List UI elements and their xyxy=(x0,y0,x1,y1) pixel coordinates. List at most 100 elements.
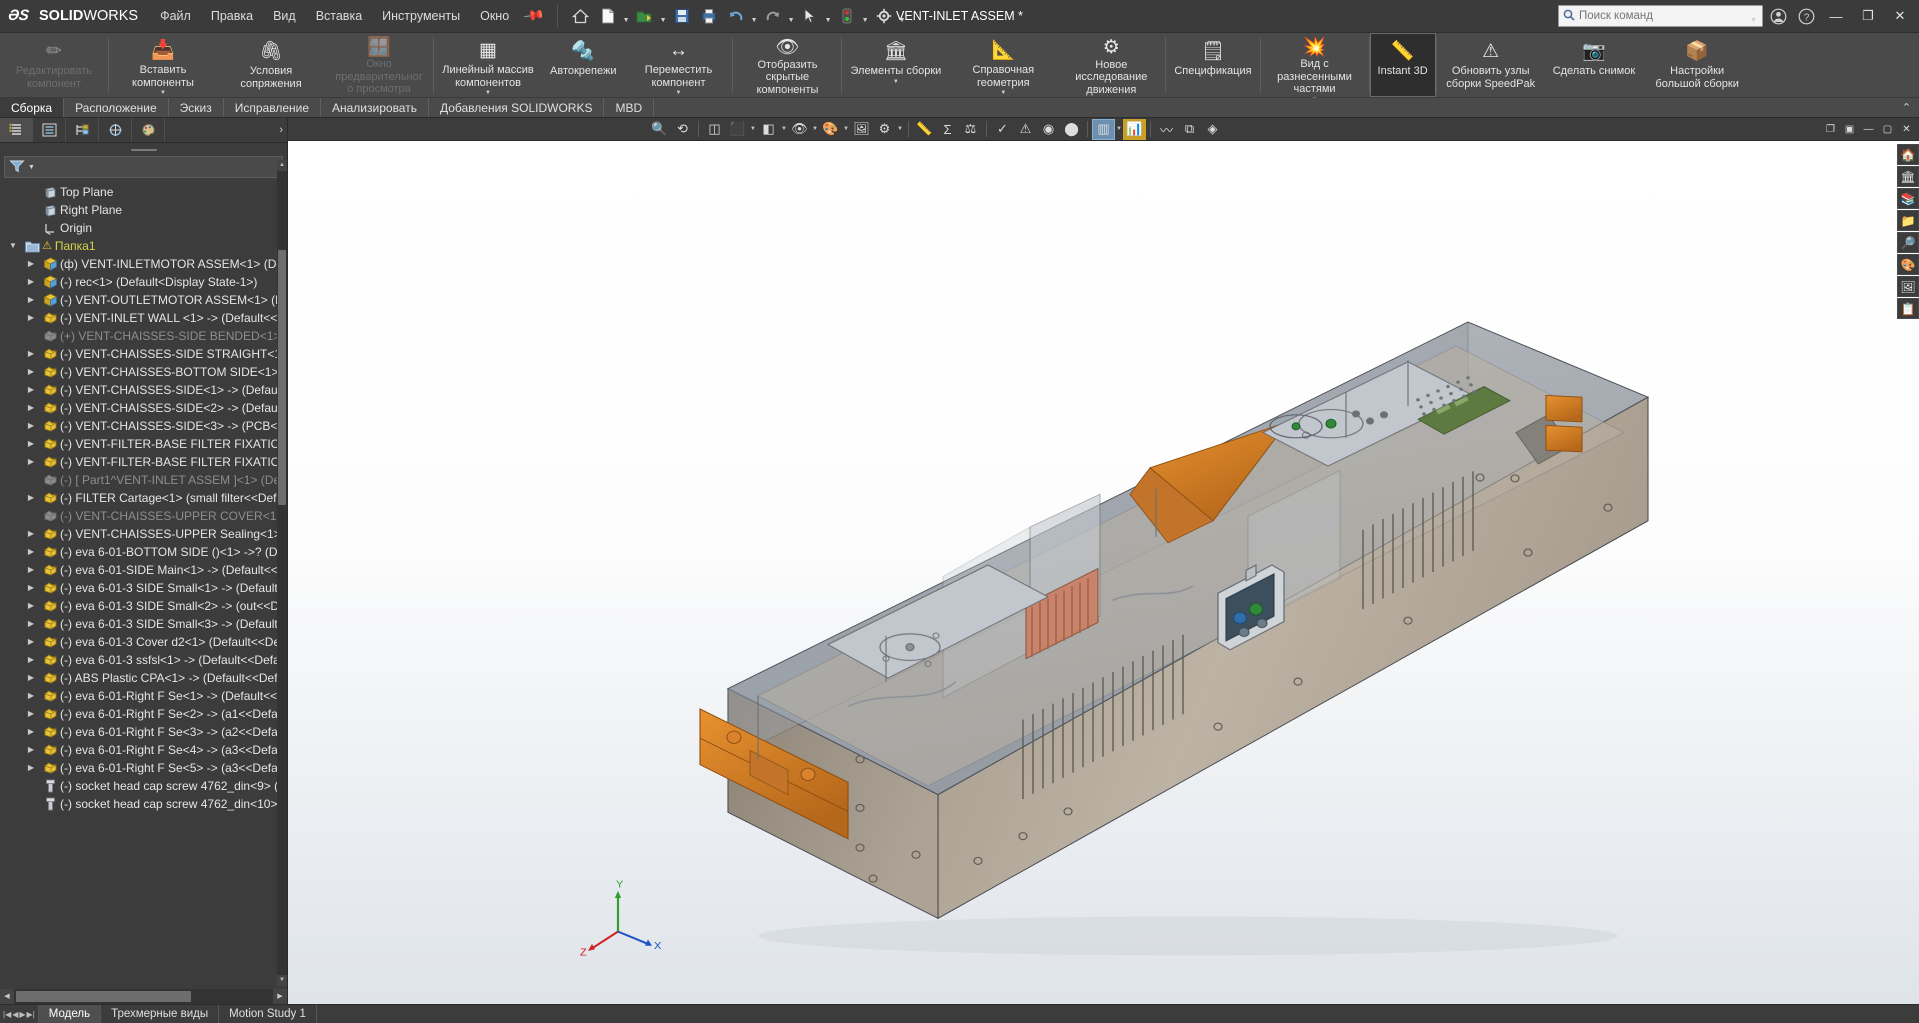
options-gear-icon[interactable] xyxy=(871,3,897,29)
menu-view[interactable]: Вид xyxy=(263,5,306,27)
save-icon[interactable] xyxy=(669,3,695,29)
mass-properties-icon[interactable]: Σ xyxy=(936,119,959,140)
edit-appearance-icon[interactable]: 🎨 xyxy=(819,119,842,140)
tree-item[interactable]: · Right Plane xyxy=(0,201,287,219)
expand-arrow-icon[interactable]: ▶ xyxy=(22,741,40,759)
tree-horizontal-scrollbar[interactable]: ◀ ▶ xyxy=(0,989,287,1004)
new-document-dropdown-icon[interactable]: ▼ xyxy=(622,3,631,29)
tree-item[interactable]: ▶ (-) eva 6-01-Right F Se<2> -> (a1<<Defa… xyxy=(0,705,287,723)
display-style-icon[interactable]: ◧ xyxy=(757,119,780,140)
chevron-down-icon[interactable]: ▼ xyxy=(811,126,819,132)
chevron-down-icon[interactable]: ▼ xyxy=(893,79,899,85)
tree-item[interactable]: ▶ (-) eva 6-01-3 SIDE Small<1> -> (Defaul… xyxy=(0,579,287,597)
tree-filter-bar[interactable]: ▼ xyxy=(4,156,283,178)
design-library-icon[interactable]: 📚 xyxy=(1897,188,1919,209)
chevron-down-icon[interactable]: ▼ xyxy=(160,90,166,96)
expand-arrow-icon[interactable]: ▶ xyxy=(22,435,40,453)
minimize-doc-icon[interactable]: — xyxy=(1860,121,1877,138)
expand-arrow-icon[interactable]: ▶ xyxy=(22,417,40,435)
hide-show-items-icon[interactable]: 👁 xyxy=(788,119,811,140)
ribbon-update-speedpak-button[interactable]: ⚠ Обновить узлы сборки SpeedPak xyxy=(1437,33,1545,97)
ribbon-tab-6[interactable]: MBD xyxy=(604,98,655,117)
tree-item[interactable]: ▶ (-) ABS Plastic CPA<1> -> (Default<<Def… xyxy=(0,669,287,687)
tree-item[interactable]: ▶ (-) VENT-CHAISSES-SIDE<1> -> (Default<<… xyxy=(0,381,287,399)
clearance-verification-icon[interactable]: ◉ xyxy=(1037,119,1060,140)
tree-item[interactable]: ▶ (-) eva 6-01-3 ssfsl<1> -> (Default<<De… xyxy=(0,651,287,669)
tree-item[interactable]: · (-) [ Part1^VENT-INLET ASSEM ]<1> (Defa… xyxy=(0,471,287,489)
custom-properties-icon[interactable]: 📋 xyxy=(1897,298,1919,319)
select-dropdown-icon[interactable]: ▼ xyxy=(824,3,833,29)
tree-scroll-thumb[interactable] xyxy=(278,250,286,505)
section-view-icon[interactable]: ◫ xyxy=(703,119,726,140)
chevron-down-icon[interactable]: ▼ xyxy=(842,126,850,132)
measure-icon[interactable]: 📏 xyxy=(913,119,936,140)
tree-item[interactable]: ▶ (-) VENT-CHAISSES-BOTTOM SIDE<1> -> (De… xyxy=(0,363,287,381)
zoom-to-fit-icon[interactable]: 🔍 xyxy=(648,119,671,140)
ribbon-smart-fasteners-button[interactable]: 🔩 Автокрепежи xyxy=(542,33,624,97)
expand-arrow-icon[interactable]: ▶ xyxy=(22,759,40,777)
rebuild-icon[interactable] xyxy=(834,3,860,29)
close-doc-icon[interactable]: ✕ xyxy=(1898,121,1915,138)
bottom-tab-3d-views[interactable]: Трехмерные виды xyxy=(100,1005,220,1023)
nav-first-button[interactable]: |◀ xyxy=(3,1010,11,1019)
scroll-right-arrow[interactable]: ▶ xyxy=(273,989,287,1004)
ribbon-instant-3d-button[interactable]: 📏 Instant 3D xyxy=(1369,33,1436,97)
restore-doc-icon[interactable]: ❐ xyxy=(1822,121,1839,138)
minimize-button[interactable]: — xyxy=(1821,3,1851,29)
ribbon-exploded-view-button[interactable]: 💥Вид с разнесенными частями▼ xyxy=(1261,33,1369,103)
filter-dropdown-icon[interactable]: ▼ xyxy=(28,164,35,171)
expand-arrow-icon[interactable]: ▶ xyxy=(22,579,40,597)
view-palette-icon[interactable]: 🎨 xyxy=(1897,254,1919,275)
display-manager-tab[interactable] xyxy=(132,118,165,142)
menu-window[interactable]: Окно xyxy=(470,5,519,27)
section-properties-icon[interactable]: ⚖ xyxy=(959,119,982,140)
tile-doc-icon[interactable]: ▣ xyxy=(1841,121,1858,138)
expand-arrow-icon[interactable]: ▶ xyxy=(22,723,40,741)
home-view-icon[interactable]: 🏠 xyxy=(1897,144,1919,165)
select-cursor-icon[interactable] xyxy=(797,3,823,29)
dimxpert-manager-tab[interactable] xyxy=(99,118,132,142)
chevron-down-icon[interactable]: ▼ xyxy=(749,126,757,132)
ribbon-assembly-features-button[interactable]: 🏛 Элементы сборки ▼ xyxy=(842,33,949,97)
tree-item[interactable]: ▶ (-) eva 6-01-BOTTOM SIDE ()<1> ->? (Def… xyxy=(0,543,287,561)
redo-icon[interactable] xyxy=(760,3,786,29)
scroll-up-arrow[interactable]: ▲ xyxy=(277,160,287,171)
expand-arrow-icon[interactable]: ▶ xyxy=(22,381,40,399)
menu-file[interactable]: Файл xyxy=(150,5,201,27)
ribbon-take-snapshot-button[interactable]: 📷 Сделать снимок xyxy=(1545,33,1643,97)
menu-insert[interactable]: Вставка xyxy=(306,5,372,27)
ribbon-tab-5[interactable]: Добавления SOLIDWORKS xyxy=(429,98,605,117)
ribbon-component-preview-window-button[interactable]: 🪟Окно предварительного просмотра компоне… xyxy=(325,33,433,108)
user-account-icon[interactable] xyxy=(1765,3,1791,29)
command-search-box[interactable]: ▼ xyxy=(1558,5,1763,27)
expand-arrow-icon[interactable]: ▶ xyxy=(22,651,40,669)
tree-item[interactable]: ▶ (-) eva 6-01-3 Cover d2<1> (Default<<De… xyxy=(0,633,287,651)
hscroll-thumb[interactable] xyxy=(16,991,191,1002)
tree-item[interactable]: · Top Plane xyxy=(0,183,287,201)
pin-tab-icon[interactable]: ⌃ xyxy=(1899,101,1914,114)
ribbon-linear-component-pattern-button[interactable]: ▦ Линейный массив компонентов ▼ xyxy=(434,33,542,97)
model-canvas[interactable]: Y Z X xyxy=(288,141,1919,1004)
restore-button[interactable]: ❐ xyxy=(1853,3,1883,29)
ribbon-tab-3[interactable]: Исправление xyxy=(224,98,321,117)
view-orientation-icon[interactable]: ⬛ xyxy=(726,119,749,140)
graphics-area[interactable]: 🔍 ⟲ ◫ ⬛ ▼ ◧ ▼ 👁 ▼ 🎨 ▼ 🖼 ⚙ ▼ 📏 Σ ⚖ ✓ ⚠ ◉ ⬤ ▥ ▼ 📊 〰 ⧉ ◈ ❐ ▣ — ▢ ✕ xyxy=(288,118,1919,1004)
file-explorer-icon[interactable]: 📁 xyxy=(1897,210,1919,231)
tree-item[interactable]: ▶ (-) VENT-CHAISSES-SIDE STRAIGHT<1> -> (… xyxy=(0,345,287,363)
expand-arrow-icon[interactable]: ▶ xyxy=(22,489,40,507)
assembly-visualization-icon[interactable]: ▥ xyxy=(1092,118,1115,140)
expand-arrow-icon[interactable]: ▶ xyxy=(22,669,40,687)
menu-edit[interactable]: Правка xyxy=(201,5,263,27)
close-button[interactable]: ✕ xyxy=(1885,3,1915,29)
expand-arrow-icon[interactable]: ▶ xyxy=(22,399,40,417)
tree-item[interactable]: ▶ (-) eva 6-01-3 SIDE Small<3> -> (Defaul… xyxy=(0,615,287,633)
check-icon[interactable]: ✓ xyxy=(991,119,1014,140)
tree-item[interactable]: · (+) VENT-CHAISSES-SIDE BENDED<1> (Defau… xyxy=(0,327,287,345)
chevron-down-icon[interactable]: ▼ xyxy=(1000,90,1006,96)
options-dropdown-icon[interactable]: ▼ xyxy=(898,3,907,29)
ribbon-show-hidden-components-button[interactable]: 👁 Отобразить скрытые компоненты xyxy=(733,33,841,97)
ribbon-bill-of-materials-button[interactable]: 🗒 Спецификация xyxy=(1166,33,1259,97)
tree-item[interactable]: ▼ ⚠ Папка1 xyxy=(0,237,287,255)
feature-manager-tab[interactable] xyxy=(0,118,33,142)
chevron-down-icon[interactable]: ▼ xyxy=(780,126,788,132)
